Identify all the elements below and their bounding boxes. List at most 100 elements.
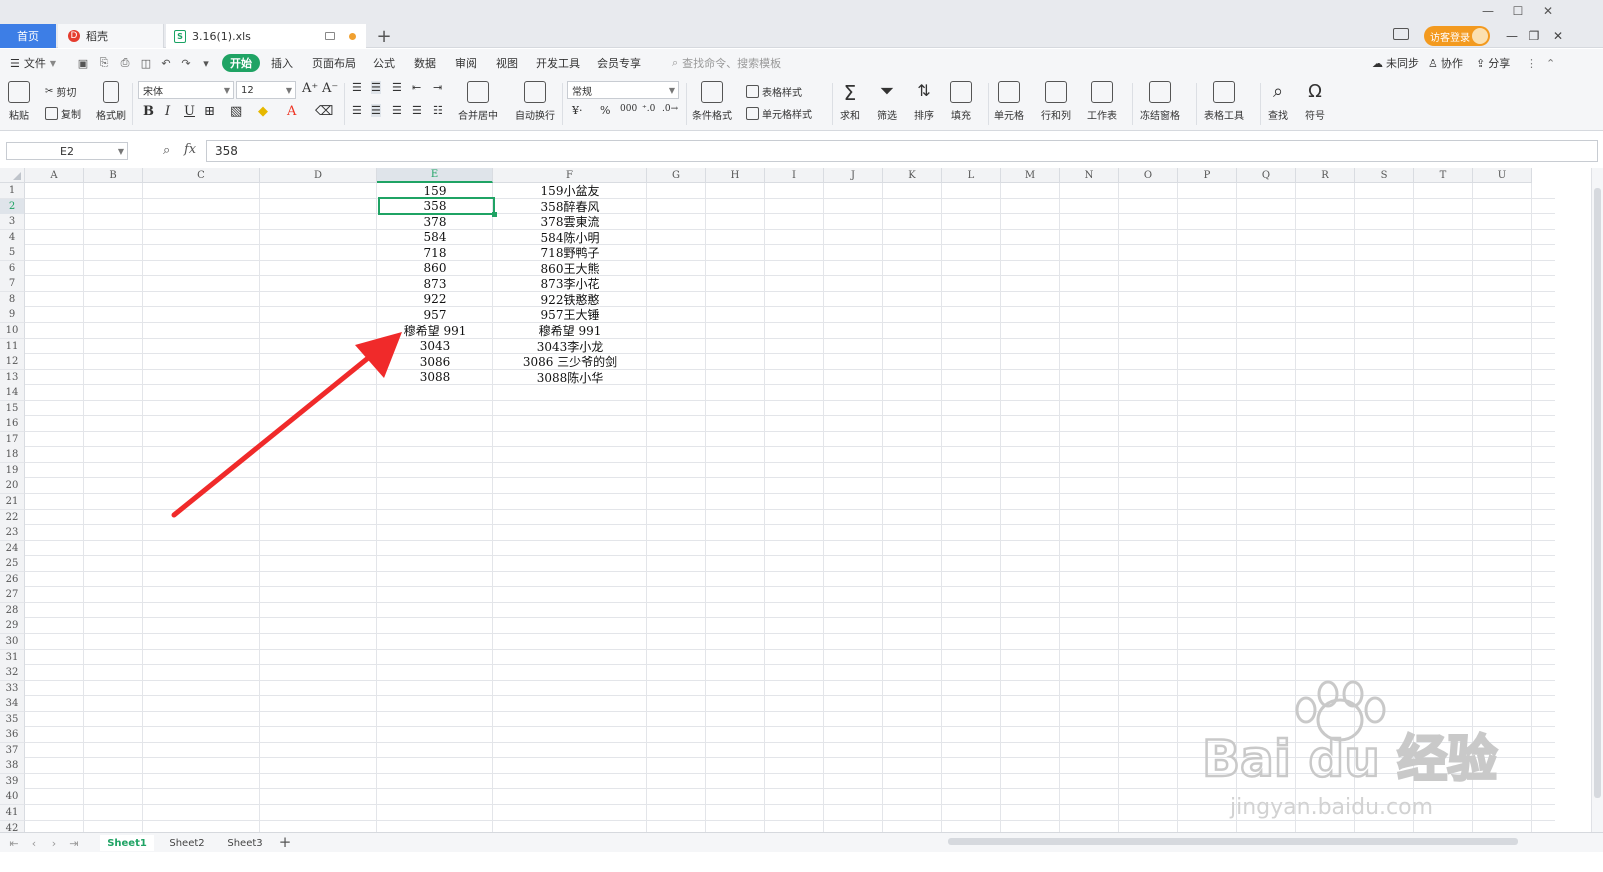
cell-e-10[interactable]: 穆希望 991 (377, 323, 493, 338)
row-header-19[interactable]: 19 (0, 462, 25, 479)
cell-shade-icon[interactable]: ▧ (230, 104, 242, 119)
cell-f-11[interactable]: 3043李小龙 (493, 339, 647, 354)
row-header-33[interactable]: 33 (0, 680, 25, 697)
cell-e-4[interactable]: 584 (377, 230, 493, 245)
font-color-icon[interactable]: A (287, 104, 296, 119)
tab-view[interactable]: 视图 (496, 54, 518, 72)
doc-close-icon[interactable]: ✕ (1546, 26, 1570, 46)
undo-icon[interactable]: ↶ (159, 56, 173, 70)
cell-f-9[interactable]: 957王大锤 (493, 307, 647, 322)
cell-f-1[interactable]: 159小盆友 (493, 183, 647, 198)
row-header-39[interactable]: 39 (0, 773, 25, 790)
vertical-scroll-thumb[interactable] (1594, 188, 1601, 798)
tab-member[interactable]: 会员专享 (597, 54, 641, 72)
column-header-e[interactable]: E (377, 168, 493, 183)
row-header-1[interactable]: 1 (0, 183, 25, 199)
row-header-35[interactable]: 35 (0, 711, 25, 728)
column-header-m[interactable]: M (1001, 168, 1060, 183)
row-header-18[interactable]: 18 (0, 447, 25, 464)
row-header-42[interactable]: 42 (0, 820, 25, 832)
increase-decimal-icon[interactable]: ⁺.0 (642, 104, 655, 114)
column-header-s[interactable]: S (1355, 168, 1414, 183)
panel-icon[interactable] (1393, 28, 1409, 40)
fx-icon[interactable]: fx (184, 142, 196, 157)
percent-icon[interactable]: % (600, 104, 610, 117)
cells-button[interactable]: 单元格 (994, 81, 1024, 122)
column-header-i[interactable]: I (765, 168, 824, 183)
column-header-r[interactable]: R (1296, 168, 1355, 183)
doc-restore-icon[interactable]: ❐ (1522, 26, 1546, 46)
tab-page-layout[interactable]: 页面布局 (312, 54, 356, 72)
currency-icon[interactable]: ¥· (572, 104, 583, 117)
thousands-icon[interactable]: 000 (620, 104, 637, 114)
underline-icon[interactable]: U (184, 104, 195, 119)
decrease-font-icon[interactable]: A⁻ (322, 81, 338, 96)
tab-home[interactable]: 首页 (0, 24, 56, 48)
tab-review[interactable]: 审阅 (455, 54, 477, 72)
row-header-16[interactable]: 16 (0, 416, 25, 433)
indent-decrease-icon[interactable]: ⇤ (412, 81, 421, 94)
align-middle-icon[interactable]: ☰ (371, 81, 381, 94)
column-header-t[interactable]: T (1414, 168, 1473, 183)
tab-developer[interactable]: 开发工具 (536, 54, 580, 72)
fill-button[interactable]: 填充 (950, 81, 972, 122)
last-sheet-icon[interactable]: ⇥ (66, 835, 82, 851)
tab-insert[interactable]: 插入 (271, 54, 293, 72)
column-header-d[interactable]: D (260, 168, 377, 183)
collapse-ribbon-icon[interactable]: ⌃ (1546, 54, 1555, 72)
align-left-icon[interactable]: ☰ (352, 104, 362, 117)
column-header-j[interactable]: J (824, 168, 883, 183)
share-button[interactable]: ⇪ 分享 (1476, 54, 1510, 72)
fill-color-icon[interactable]: ◆ (258, 104, 268, 119)
column-header-b[interactable]: B (84, 168, 143, 183)
clear-format-icon[interactable]: ⌫ (315, 104, 333, 119)
table-style-button[interactable]: 表格样式 (746, 84, 802, 99)
cell-f-12[interactable]: 3086 三少爷的剑 (493, 354, 647, 369)
visitor-login-button[interactable]: 访客登录 (1424, 26, 1490, 46)
doc-minimize-icon[interactable]: — (1500, 26, 1524, 46)
cell-f-2[interactable]: 358醉春风 (493, 199, 647, 214)
row-header-3[interactable]: 3 (0, 214, 25, 231)
border-icon[interactable]: ⊞ (204, 104, 215, 119)
copy-button[interactable]: 复制 (45, 106, 81, 121)
cell-f-6[interactable]: 860王大熊 (493, 261, 647, 276)
row-header-26[interactable]: 26 (0, 571, 25, 588)
find-button[interactable]: ⌕ 查找 (1268, 81, 1288, 122)
worksheet-button[interactable]: 工作表 (1087, 81, 1117, 122)
cell-f-8[interactable]: 922铁憨憨 (493, 292, 647, 307)
freeze-panes-button[interactable]: 冻结窗格 (1140, 81, 1180, 122)
horizontal-scrollbar[interactable] (930, 837, 1540, 847)
align-right-icon[interactable]: ☰ (392, 104, 402, 117)
row-header-23[interactable]: 23 (0, 525, 25, 542)
distributed-icon[interactable]: ☷ (433, 104, 443, 117)
paste-button[interactable]: 粘贴 (8, 81, 30, 122)
cell-e-1[interactable]: 159 (377, 183, 493, 198)
maximize-icon[interactable]: ☐ (1503, 2, 1533, 20)
font-size-select[interactable]: 12 ▼ (236, 81, 296, 99)
bold-icon[interactable]: B (143, 104, 154, 119)
name-box[interactable]: E2 ▼ (6, 142, 128, 160)
sheet-tab-1[interactable]: Sheet1 (100, 835, 154, 851)
row-header-17[interactable]: 17 (0, 431, 25, 448)
column-header-c[interactable]: C (143, 168, 260, 183)
number-format-select[interactable]: 常规 ▼ (567, 81, 679, 99)
cell-style-button[interactable]: 单元格样式 (746, 106, 812, 121)
justify-icon[interactable]: ☰ (412, 104, 422, 117)
row-header-29[interactable]: 29 (0, 618, 25, 635)
table-tools-button[interactable]: 表格工具 (1204, 81, 1244, 122)
column-header-n[interactable]: N (1060, 168, 1119, 183)
print-preview-icon[interactable]: ◫ (139, 56, 153, 70)
filter-button[interactable]: ⏷ 筛选 (877, 81, 897, 122)
column-header-o[interactable]: O (1119, 168, 1178, 183)
column-header-p[interactable]: P (1178, 168, 1237, 183)
row-header-15[interactable]: 15 (0, 400, 25, 417)
row-header-8[interactable]: 8 (0, 291, 25, 308)
select-all-corner[interactable] (0, 168, 25, 183)
column-header-l[interactable]: L (942, 168, 1001, 183)
row-header-25[interactable]: 25 (0, 556, 25, 573)
row-header-41[interactable]: 41 (0, 805, 25, 821)
row-header-20[interactable]: 20 (0, 478, 25, 495)
row-header-27[interactable]: 27 (0, 587, 25, 604)
cell-e-8[interactable]: 922 (377, 292, 493, 307)
format-painter-button[interactable]: 格式刷 (96, 81, 126, 122)
